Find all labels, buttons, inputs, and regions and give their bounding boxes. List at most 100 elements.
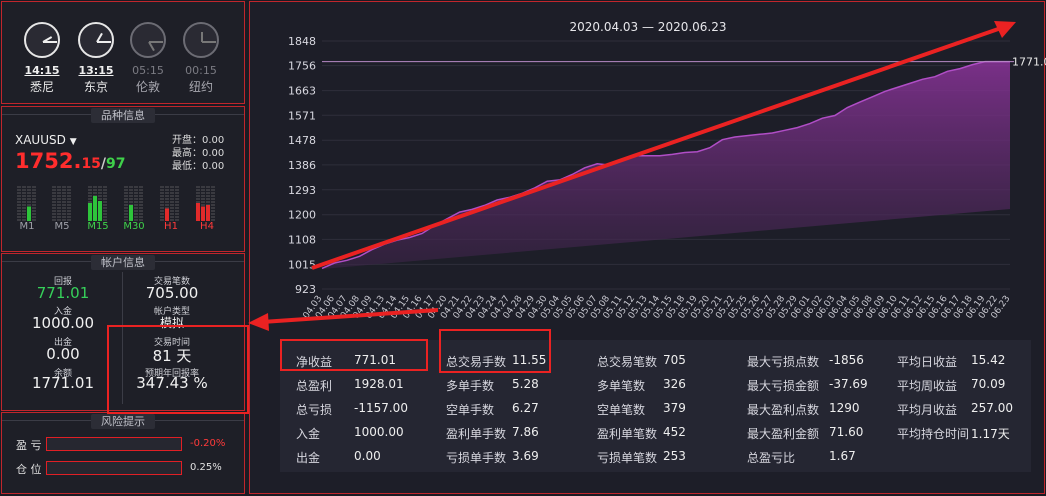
- stat-label: 总盈利: [296, 379, 333, 393]
- clock-city: 悉尼: [29, 80, 54, 94]
- signal-bars-h1: [160, 185, 180, 221]
- clock-icon: [183, 22, 219, 58]
- return-value: 771.01: [36, 284, 90, 302]
- low-price: 最低：0.00: [172, 161, 225, 172]
- stat-value: 71.60: [829, 425, 864, 439]
- position-label: 仓 位: [16, 463, 42, 476]
- highlight-net-profit: [280, 339, 428, 371]
- position-risk-bar: [46, 461, 182, 475]
- timeframe-m30[interactable]: M30: [121, 221, 147, 232]
- left-sidebar: 14:15 悉尼 13:15 东京 05:15 伦敦 00:15 纽约 品种信息…: [0, 0, 246, 496]
- y-tick-label: 1015: [288, 258, 316, 271]
- world-clocks-panel: 14:15 悉尼 13:15 东京 05:15 伦敦 00:15 纽约: [1, 1, 245, 104]
- trades-value: 705.00: [145, 284, 199, 302]
- instrument-panel: 品种信息 XAUUSD ▼ 1752.15/97 开盘：0.00 最高：0.00…: [1, 106, 245, 252]
- stat-label: 总交易笔数: [597, 355, 658, 369]
- deposit-value: 1000.00: [31, 314, 95, 332]
- stat-label: 盈利单笔数: [597, 427, 658, 441]
- y-tick-label: 1108: [288, 233, 316, 246]
- y-tick-label: 1571: [288, 109, 316, 122]
- timeframe-m5[interactable]: M5: [49, 221, 75, 232]
- stat-value: 379: [663, 401, 686, 415]
- stat-value: 1928.01: [354, 377, 404, 391]
- clock-icon: [24, 22, 60, 58]
- stat-value: 1.17天: [971, 427, 1010, 441]
- clock-icon: [78, 22, 114, 58]
- timeframe-m15[interactable]: M15: [85, 221, 111, 232]
- clock-time: 13:15: [78, 64, 114, 77]
- stat-label: 平均持仓时间: [897, 427, 970, 441]
- symbol-selector[interactable]: XAUUSD ▼: [15, 133, 77, 147]
- pl-value: -0.20%: [190, 438, 226, 449]
- clock-city: 东京: [83, 80, 108, 94]
- timeframe-h4[interactable]: H4: [194, 221, 220, 232]
- stat-label: 空单手数: [446, 403, 495, 417]
- y-tick-label: 1756: [288, 60, 316, 73]
- section-title-instrument: 品种信息: [2, 107, 244, 123]
- highlight-total-lots: [439, 329, 551, 373]
- section-title-risk: 风险提示: [2, 413, 244, 429]
- stat-value: 6.27: [512, 401, 539, 415]
- stat-label: 最大盈利金额: [747, 427, 820, 441]
- y-tick-label: 1848: [288, 35, 316, 48]
- stat-value: 705: [663, 353, 686, 367]
- clock-london: 05:15 伦敦: [128, 22, 168, 95]
- stat-label: 空单笔数: [597, 403, 646, 417]
- stat-value: 253: [663, 449, 686, 463]
- pl-risk-bar: [46, 437, 182, 451]
- y-tick-label: 1386: [288, 159, 316, 172]
- pl-label: 盈 亏: [16, 439, 42, 452]
- clock-time: 00:15: [185, 64, 217, 77]
- signal-bars-h4: [196, 185, 216, 221]
- stat-label: 平均月收益: [897, 403, 958, 417]
- position-value: 0.25%: [190, 462, 222, 473]
- stat-label: 入金: [296, 427, 321, 441]
- clock-tokyo: 13:15 东京: [76, 22, 116, 95]
- timeframe-m1[interactable]: M1: [14, 221, 40, 232]
- stat-label: 总亏损: [296, 403, 333, 417]
- stat-label: 最大亏损点数: [747, 355, 820, 369]
- risk-panel: 风险提示 盈 亏 -0.20% 仓 位 0.25%: [1, 412, 245, 494]
- stat-value: -37.69: [829, 377, 868, 391]
- clock-time: 14:15: [24, 64, 60, 77]
- y-tick-label: 1293: [288, 184, 316, 197]
- signal-bars-m30: [124, 185, 144, 221]
- stat-label: 多单手数: [446, 379, 495, 393]
- stat-label: 多单笔数: [597, 379, 646, 393]
- signal-bars-m15: [88, 185, 108, 221]
- clock-city: 纽约: [188, 80, 213, 94]
- stat-label: 最大亏损金额: [747, 379, 820, 393]
- clock-sydney: 14:15 悉尼: [22, 22, 62, 95]
- stat-value: 1000.00: [354, 425, 404, 439]
- timeframe-h1[interactable]: H1: [158, 221, 184, 232]
- y-tick-label: 1478: [288, 134, 316, 147]
- stat-value: 0.00: [354, 449, 381, 463]
- balance-value: 1771.01: [31, 374, 95, 392]
- last-value-label: 1771.0: [1012, 56, 1046, 69]
- stat-label: 出金: [296, 451, 321, 465]
- withdraw-value: 0.00: [46, 345, 80, 363]
- stat-label: 总盈亏比: [747, 451, 796, 465]
- highlight-trade-time: [107, 325, 249, 414]
- section-title-account: 帐户信息: [2, 254, 244, 270]
- stat-label: 平均周收益: [897, 379, 958, 393]
- price-display: 1752.15/97: [15, 149, 126, 173]
- stat-value: 1.67: [829, 449, 856, 463]
- stat-value: 326: [663, 377, 686, 391]
- stat-label: 最大盈利点数: [747, 403, 820, 417]
- stat-value: 452: [663, 425, 686, 439]
- stat-value: 70.09: [971, 377, 1006, 391]
- stat-value: 257.00: [971, 401, 1013, 415]
- signal-bars-m1: [17, 185, 37, 221]
- y-tick-label: 923: [295, 283, 316, 296]
- stat-label: 平均日收益: [897, 355, 958, 369]
- clock-icon: [130, 22, 166, 58]
- clock-city: 伦敦: [135, 80, 160, 94]
- signal-bars-m5: [52, 185, 72, 221]
- stat-value: -1157.00: [354, 401, 408, 415]
- y-tick-label: 1200: [288, 209, 316, 222]
- caret-down-icon: ▼: [69, 137, 77, 147]
- stat-value: 5.28: [512, 377, 539, 391]
- stat-value: -1856: [829, 353, 864, 367]
- clock-time: 05:15: [132, 64, 164, 77]
